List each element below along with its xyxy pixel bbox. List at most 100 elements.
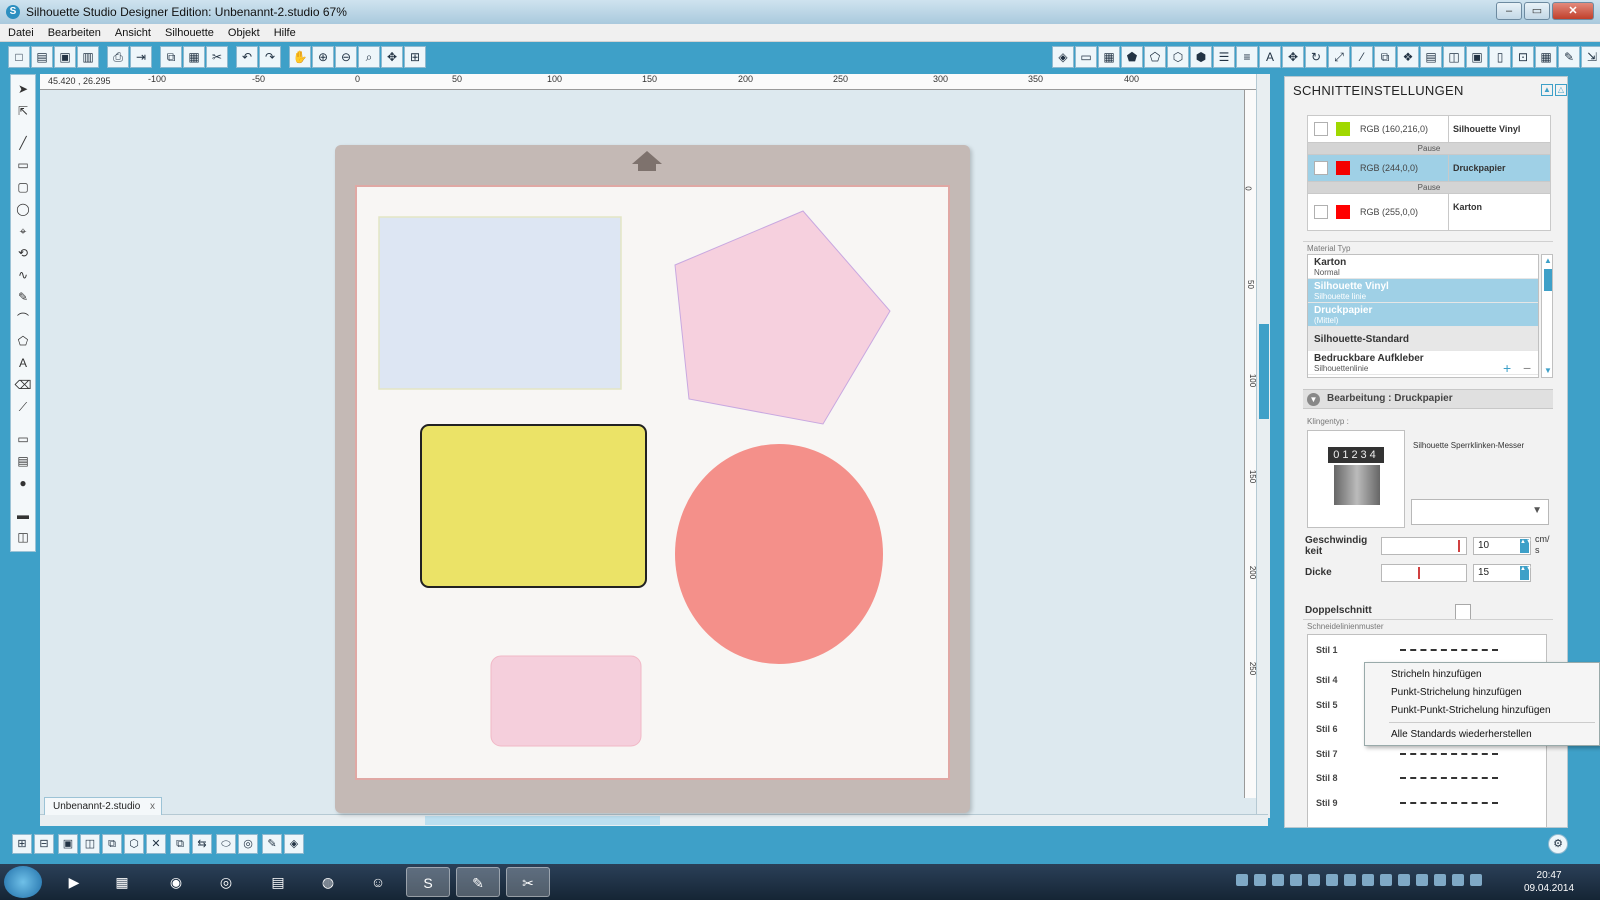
line-tool-icon[interactable]: ╱ [13, 133, 33, 153]
settings-gear-icon[interactable]: ⚙ [1548, 834, 1568, 854]
duplicate-icon[interactable]: ⧉ [170, 834, 190, 854]
trace-icon[interactable]: ◫ [1443, 46, 1465, 68]
paste-icon[interactable]: ▦ [183, 46, 205, 68]
panel-collapse-up-icon[interactable]: ▲ [1541, 84, 1553, 96]
zoom-out-icon[interactable]: ⊖ [335, 46, 357, 68]
style-item[interactable]: Stil 4 [1316, 675, 1338, 685]
menu-add-dot-dot-dash[interactable]: Punkt-Punkt-Strichelung hinzufügen [1391, 705, 1551, 716]
design-area-icon[interactable]: ▭ [13, 429, 33, 449]
arc-tool-icon[interactable]: ∿ [13, 265, 33, 285]
save-to-library-icon[interactable]: ▥ [77, 46, 99, 68]
registration-marks-icon[interactable]: ⊡ [1512, 46, 1534, 68]
pan-hand-icon[interactable]: ✋ [289, 46, 311, 68]
remove-material-icon[interactable]: − [1523, 360, 1531, 376]
material-item[interactable]: Silhouette-Standard [1308, 327, 1538, 351]
vertical-scrollbar[interactable] [1256, 74, 1270, 818]
tray-icon[interactable] [1398, 874, 1410, 886]
line-style-icon[interactable]: ⬢ [1190, 46, 1212, 68]
material-list-scrollbar[interactable]: ▲ ▼ [1541, 254, 1553, 378]
group-icon[interactable]: ⊞ [12, 834, 32, 854]
speed-spinner-icon[interactable]: ▲▼ [1520, 539, 1532, 553]
point-edit-tool-icon[interactable]: ⇱ [13, 101, 33, 121]
pink-pentagon[interactable] [674, 210, 891, 425]
scroll-up-icon[interactable]: ▲ [1543, 256, 1553, 266]
eraser-tool-icon[interactable]: ⌫ [13, 375, 33, 395]
tray-icon[interactable] [1254, 874, 1266, 886]
knife-tool-icon[interactable]: ⟋ [13, 397, 33, 417]
tray-icon[interactable] [1272, 874, 1284, 886]
undo-icon[interactable]: ↶ [236, 46, 258, 68]
clock[interactable]: 20:47 09.04.2014 [1524, 869, 1574, 895]
color-row[interactable]: RGB (255,0,0) Karton [1307, 193, 1551, 231]
print-icon[interactable]: ⎙ [107, 46, 129, 68]
menu-restore-defaults[interactable]: Alle Standards wiederherstellen [1391, 729, 1532, 740]
rotate-icon[interactable]: ↻ [1305, 46, 1327, 68]
tray-icon[interactable] [1380, 874, 1392, 886]
library-book-icon[interactable]: ▤ [13, 451, 33, 471]
panel-close-icon[interactable]: △ [1555, 84, 1567, 96]
style-item[interactable]: Stil 7 [1316, 749, 1338, 759]
vertical-scroll-thumb[interactable] [1259, 324, 1269, 419]
collapse-section-icon[interactable]: ▼ [1307, 393, 1320, 406]
send-to-silhouette-icon[interactable]: ⇥ [130, 46, 152, 68]
regular-polygon-tool-icon[interactable]: ⬠ [13, 331, 33, 351]
line-width-icon[interactable]: ☰ [1213, 46, 1235, 68]
rounded-rect-tool-icon[interactable]: ▢ [13, 177, 33, 197]
delete-icon[interactable]: ✕ [146, 834, 166, 854]
color-checkbox[interactable] [1314, 161, 1328, 175]
zoom-select-icon[interactable]: ⌕ [358, 46, 380, 68]
speed-slider-handle[interactable] [1458, 540, 1460, 552]
menu-add-dash[interactable]: Stricheln hinzufügen [1391, 669, 1482, 680]
style-item[interactable]: Stil 1 [1316, 645, 1338, 655]
cut-icon[interactable]: ✂ [206, 46, 228, 68]
ungroup-icon[interactable]: ⊟ [34, 834, 54, 854]
release-compound-icon[interactable]: ◫ [80, 834, 100, 854]
thickness-slider[interactable] [1381, 564, 1467, 582]
copy-icon[interactable]: ⧉ [160, 46, 182, 68]
style-item[interactable]: Stil 9 [1316, 798, 1338, 808]
tray-icon[interactable] [1236, 874, 1248, 886]
text-style-icon[interactable]: A [1259, 46, 1281, 68]
close-window-button[interactable]: ✕ [1552, 2, 1594, 20]
speed-slider[interactable] [1381, 537, 1467, 555]
people-icon[interactable]: ☺ [356, 867, 400, 897]
chrome-icon[interactable]: ◍ [306, 867, 350, 897]
panel-toggle-icon[interactable]: ▬ [13, 505, 33, 525]
new-document-icon[interactable]: □ [8, 46, 30, 68]
offset-tool-icon[interactable]: ⬭ [216, 834, 236, 854]
thickness-spinner-icon[interactable]: ▲▼ [1520, 566, 1532, 580]
save-icon[interactable]: ▣ [54, 46, 76, 68]
scale-icon[interactable]: ⤢ [1328, 46, 1350, 68]
color-checkbox[interactable] [1314, 122, 1328, 136]
drag-zoom-icon[interactable]: ✥ [381, 46, 403, 68]
select-tool-icon[interactable]: ➤ [13, 79, 33, 99]
tray-icon[interactable] [1470, 874, 1482, 886]
maximize-button[interactable]: ▭ [1524, 2, 1550, 20]
design-page[interactable] [355, 185, 950, 780]
thickness-input[interactable]: 15 ▲▼ [1473, 564, 1532, 582]
material-scroll-thumb[interactable] [1544, 269, 1552, 291]
line-settings-icon[interactable]: ≡ [1236, 46, 1258, 68]
rectangle-tool-icon[interactable]: ▭ [13, 155, 33, 175]
yellow-rounded-rectangle[interactable] [420, 424, 647, 588]
library-icon[interactable]: ▣ [1466, 46, 1488, 68]
tray-icon[interactable] [1344, 874, 1356, 886]
paint-icon[interactable]: ✎ [456, 867, 500, 897]
menu-objekt[interactable]: Objekt [228, 27, 260, 39]
curve-tool-icon[interactable]: ⟲ [13, 243, 33, 263]
transform-icon[interactable]: ✥ [1282, 46, 1304, 68]
double-cut-checkbox[interactable] [1455, 604, 1471, 620]
replicate-icon[interactable]: ⧉ [1374, 46, 1396, 68]
style-item[interactable]: Stil 5 [1316, 700, 1338, 710]
target-icon[interactable]: ◎ [238, 834, 258, 854]
menu-hilfe[interactable]: Hilfe [274, 27, 296, 39]
color-row[interactable]: RGB (244,0,0) Druckpapier [1307, 154, 1551, 182]
store-icon[interactable]: ▯ [1489, 46, 1511, 68]
trace-bottom-icon[interactable]: ◈ [284, 834, 304, 854]
redo-icon[interactable]: ↷ [259, 46, 281, 68]
horizontal-scrollbar[interactable] [40, 814, 1268, 826]
smooth-freehand-tool-icon[interactable]: ⌒ [13, 309, 33, 329]
silhouette-studio-taskbar-icon[interactable]: S [406, 867, 450, 897]
bring-to-front-icon[interactable]: ⧉ [102, 834, 122, 854]
tray-icon[interactable] [1434, 874, 1446, 886]
